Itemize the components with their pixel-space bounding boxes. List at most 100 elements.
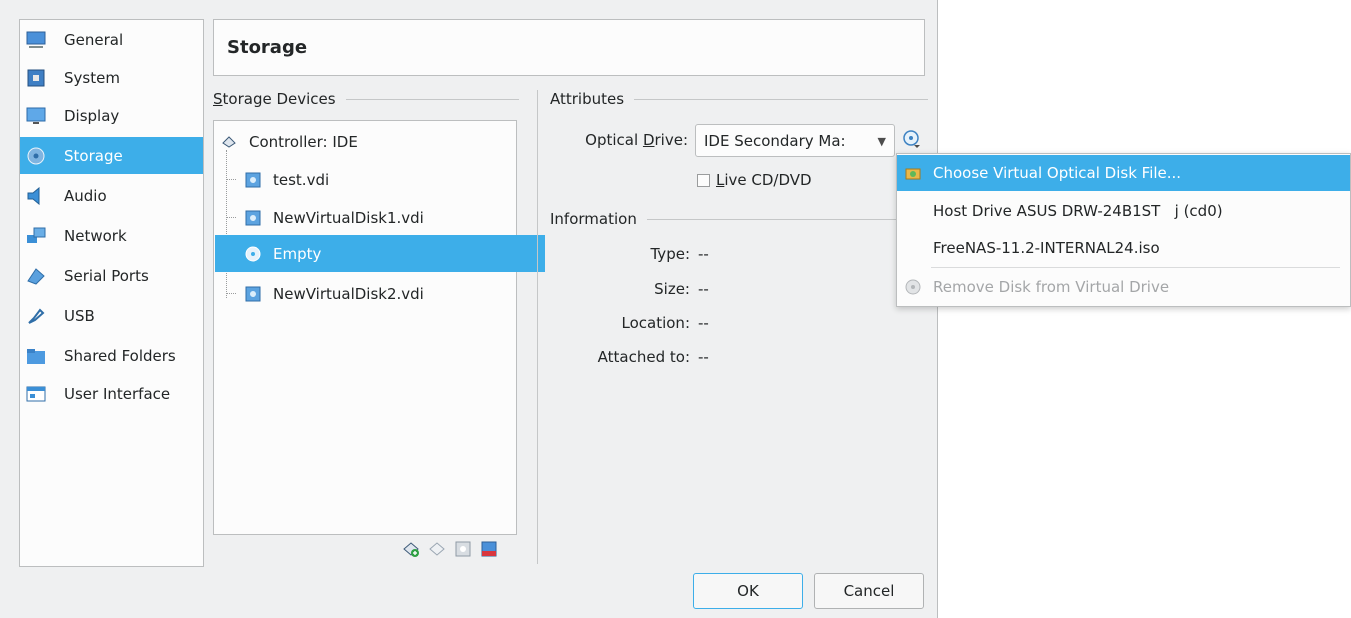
live-cd-checkbox[interactable]	[697, 174, 710, 187]
system-icon	[26, 68, 46, 88]
sidebar-item-network[interactable]: Network	[20, 217, 203, 254]
shared-folders-icon	[26, 346, 46, 366]
info-location-label: Location:	[621, 314, 691, 332]
ide-controller-icon	[221, 134, 237, 150]
sidebar-item-label: Display	[64, 106, 120, 125]
info-location-value: --	[698, 314, 709, 332]
info-type-value: --	[698, 245, 709, 263]
info-attached-label: Attached to:	[597, 348, 690, 366]
display-icon	[26, 106, 46, 126]
ok-button[interactable]: OK	[693, 573, 803, 609]
attributes-group-label: Attributes	[550, 90, 928, 108]
tree-item-newvirtualdisk1[interactable]: NewVirtualDisk1.vdi	[215, 199, 545, 236]
hard-disk-icon	[245, 210, 261, 226]
storage-toolbar	[402, 540, 498, 558]
sidebar-item-storage[interactable]: Storage	[20, 137, 203, 174]
storage-tree[interactable]: Controller: IDE test.vdi NewVirtualDisk1…	[213, 120, 545, 535]
sidebar-item-label: User Interface	[64, 384, 171, 403]
sidebar-item-shared-folders[interactable]: Shared Folders	[20, 337, 203, 374]
menu-item-freenas-iso[interactable]: FreeNAS-11.2-INTERNAL24.iso	[897, 230, 1350, 266]
optical-drive-value: IDE Secondary Ma:	[704, 131, 846, 150]
tree-item-empty-optical[interactable]: Empty	[215, 235, 545, 272]
optical-drive-label: Optical Drive:	[560, 131, 688, 149]
sidebar-item-display[interactable]: Display	[20, 97, 203, 134]
sidebar-item-serial-ports[interactable]: Serial Ports	[20, 257, 203, 294]
menu-item-host-drive[interactable]: Host Drive ASUS DRW-24B1ST j (cd0)	[897, 193, 1350, 229]
info-type-label: Type:	[650, 245, 690, 263]
tree-item-newvirtualdisk2[interactable]: NewVirtualDisk2.vdi	[215, 275, 545, 312]
live-cd-label[interactable]: Live CD/DVD	[716, 171, 812, 189]
add-attachment-icon[interactable]	[454, 540, 472, 558]
remove-controller-icon[interactable]	[428, 540, 446, 558]
storage-icon	[26, 146, 46, 166]
hard-disk-icon	[245, 172, 261, 188]
general-icon	[26, 30, 46, 50]
optical-drive-select[interactable]: IDE Secondary Ma: ▼	[695, 124, 895, 157]
sidebar-item-general[interactable]: General	[20, 21, 203, 58]
remove-attachment-icon[interactable]	[480, 540, 498, 558]
optical-drive-label-part: rive:	[654, 131, 689, 149]
audio-icon	[26, 186, 46, 206]
remove-disk-icon	[905, 279, 921, 295]
info-attached-value: --	[698, 348, 709, 366]
sidebar-item-label: Audio	[64, 186, 107, 205]
sidebar-item-audio[interactable]: Audio	[20, 177, 203, 214]
folder-disk-icon	[905, 165, 921, 181]
sidebar-item-label: Serial Ports	[64, 266, 149, 285]
tree-item-label: Empty	[273, 244, 322, 263]
optical-disk-menu: Choose Virtual Optical Disk File... Host…	[896, 153, 1351, 307]
tree-controller-ide[interactable]: Controller: IDE	[215, 123, 521, 160]
sidebar-item-label: General	[64, 30, 124, 49]
tree-item-label: NewVirtualDisk1.vdi	[273, 208, 424, 227]
storage-devices-mnemonic: S	[213, 90, 223, 108]
tree-item-label: test.vdi	[273, 170, 330, 189]
info-size-value: --	[698, 280, 709, 298]
tree-item-test-vdi[interactable]: test.vdi	[215, 161, 545, 198]
sidebar-item-usb[interactable]: USB	[20, 297, 203, 334]
category-list: General System Display Storage Audio Net…	[19, 19, 204, 567]
sidebar-item-label: System	[64, 68, 120, 87]
optical-drive-label-part: Optical	[585, 131, 643, 149]
choose-disk-button[interactable]	[900, 128, 922, 150]
blank-icon	[905, 203, 921, 219]
page-title-box: Storage	[213, 19, 925, 76]
usb-icon	[26, 306, 46, 326]
attributes-label: Attributes	[550, 90, 625, 108]
chevron-down-icon: ▼	[877, 135, 886, 148]
sidebar-item-label: Storage	[64, 146, 123, 165]
panel-divider	[537, 90, 538, 564]
group-divider	[634, 98, 928, 100]
add-controller-icon[interactable]	[402, 540, 420, 558]
hard-disk-icon	[245, 286, 261, 302]
sidebar-item-system[interactable]: System	[20, 59, 203, 96]
group-divider	[345, 98, 519, 100]
menu-item-remove-disk: Remove Disk from Virtual Drive	[897, 269, 1350, 305]
storage-devices-group-label: Storage Devices	[213, 90, 519, 108]
settings-dialog: General System Display Storage Audio Net…	[0, 0, 938, 618]
menu-item-label: Host Drive ASUS DRW-24B1ST j (cd0)	[933, 202, 1223, 220]
page-title: Storage	[227, 37, 308, 58]
sidebar-item-label: Shared Folders	[64, 346, 176, 365]
sidebar-item-label: Network	[64, 226, 127, 245]
user-interface-icon	[26, 384, 46, 404]
menu-item-choose-disk-file[interactable]: Choose Virtual Optical Disk File...	[897, 155, 1350, 191]
blank-icon	[905, 240, 921, 256]
information-group-label: Information	[550, 210, 928, 228]
controller-label: Controller: IDE	[249, 132, 358, 151]
tree-item-label: NewVirtualDisk2.vdi	[273, 284, 424, 303]
cancel-button[interactable]: Cancel	[814, 573, 924, 609]
optical-disc-icon	[245, 246, 261, 262]
sidebar-item-user-interface[interactable]: User Interface	[20, 375, 203, 412]
storage-devices-label: torage Devices	[222, 90, 336, 108]
information-label: Information	[550, 210, 637, 228]
menu-item-label: FreeNAS-11.2-INTERNAL24.iso	[933, 239, 1160, 257]
serial-ports-icon	[26, 266, 46, 286]
sidebar-item-label: USB	[64, 306, 95, 325]
optical-disc-menu-icon	[903, 130, 920, 148]
menu-separator	[931, 267, 1340, 268]
menu-item-label: Remove Disk from Virtual Drive	[933, 278, 1170, 296]
live-cd-label-text: ive CD/DVD	[724, 171, 812, 189]
network-icon	[26, 226, 46, 246]
optical-drive-mnemonic: D	[642, 131, 655, 149]
menu-item-label: Choose Virtual Optical Disk File...	[933, 164, 1182, 182]
